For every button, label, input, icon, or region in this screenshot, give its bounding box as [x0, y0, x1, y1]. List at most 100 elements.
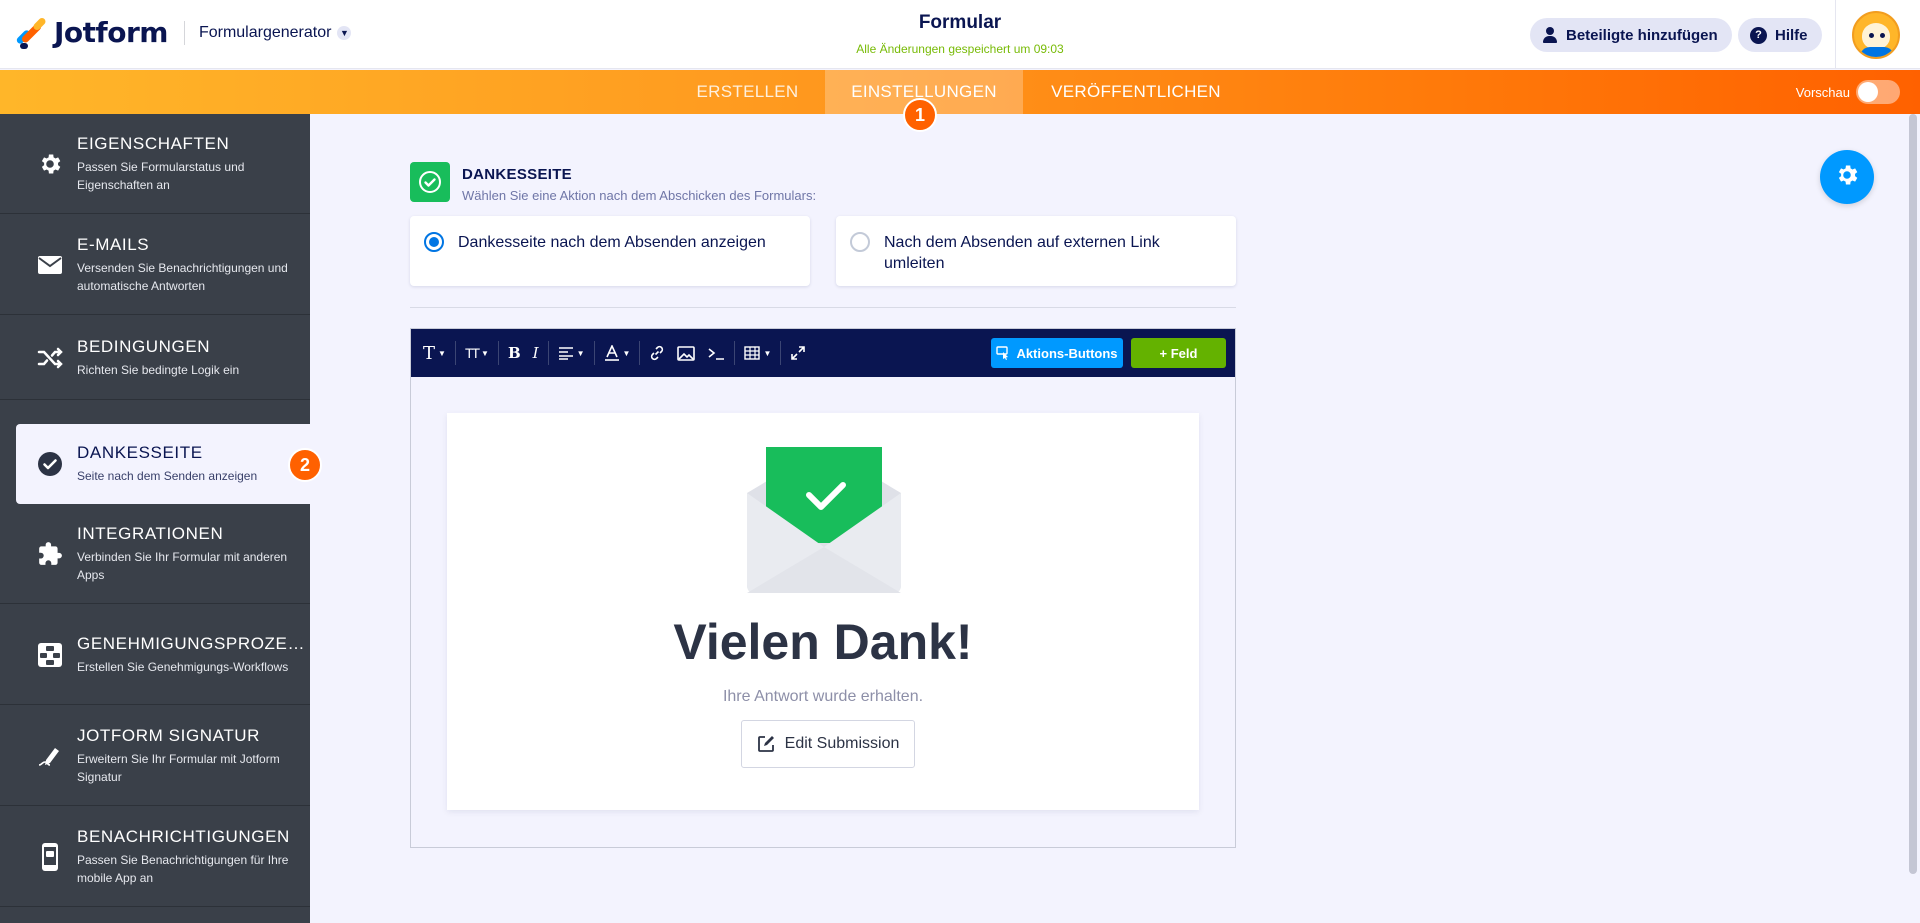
edit-submission-button[interactable]: Edit Submission	[741, 720, 915, 768]
sidebar-item-desc: Versenden Sie Benachrichtigungen und aut…	[77, 260, 288, 293]
builder-select-label: Formulargenerator	[198, 23, 332, 41]
link-icon	[651, 345, 664, 361]
action-buttons-label: Aktions-Buttons	[1016, 345, 1118, 361]
page-scrollbar[interactable]	[1906, 114, 1920, 923]
fullscreen-button[interactable]	[784, 338, 812, 368]
chevron-down-icon: ▼	[337, 25, 352, 40]
sidebar-item-integrations[interactable]: INTEGRATIONEN Verbinden Sie Ihr Formular…	[0, 504, 310, 604]
jotform-logo-icon	[15, 16, 48, 49]
image-button[interactable]	[671, 338, 701, 368]
add-collaborators-button[interactable]: Beteiligte hinzufügen	[1530, 18, 1732, 52]
jotform-logo[interactable]: Jotform Formulargenerator ▼	[15, 16, 352, 49]
rich-text-toolbar: T ▼ TT ▼ B I ▼ ▼ ▼ Aktions-Buttons + Fel…	[411, 329, 1235, 377]
help-button[interactable]: ? Hilfe	[1738, 18, 1822, 52]
help-label: Hilfe	[1775, 26, 1808, 44]
builder-select[interactable]: Formulargenerator ▼	[199, 24, 352, 42]
sidebar-item-notifications[interactable]: BENACHRICHTIGUNGEN Passen Sie Benachrich…	[0, 807, 310, 907]
preview-control: Vorschau	[1796, 80, 1900, 104]
sidebar-item-desc: Verbinden Sie Ihr Formular mit anderen A…	[77, 549, 288, 582]
sidebar-item-title: GENEHMIGUNGSPROZESSE	[77, 633, 305, 653]
text-color-icon	[604, 345, 619, 361]
sidebar-item-title: JOTFORM SIGNATUR	[77, 725, 261, 745]
sidebar-item-desc: Seite nach dem Senden anzeigen	[77, 469, 258, 483]
add-collaborators-label: Beteiligte hinzufügen	[1566, 26, 1718, 44]
section-divider	[410, 307, 1236, 308]
option-show-thankyou-page[interactable]: Dankesseite nach dem Absenden anzeigen	[410, 216, 810, 286]
scrollbar-thumb[interactable]	[1909, 114, 1917, 874]
thankyou-section-header: DANKESSEITE Wählen Sie eine Aktion nach …	[410, 162, 816, 203]
gear-icon	[1834, 162, 1860, 193]
tab-publish[interactable]: VERÖFFENTLICHEN	[1033, 70, 1239, 114]
sidebar-item-title: INTEGRATIONEN	[77, 523, 224, 543]
save-status: Alle Änderungen gespeichert um 09:03	[856, 42, 1064, 56]
preview-label: Vorschau	[1795, 84, 1850, 100]
code-button[interactable]	[701, 338, 731, 368]
image-icon	[677, 345, 696, 361]
puzzle-icon	[36, 540, 64, 568]
section-subtitle: Wählen Sie eine Aktion nach dem Abschick…	[462, 188, 817, 203]
brand-name: Jotform	[54, 16, 168, 49]
form-title-area: Formular Alle Änderungen gespeichert um …	[856, 12, 1063, 56]
edit-icon	[757, 736, 774, 752]
sidebar-item-desc: Passen Sie Formularstatus und Eigenschaf…	[77, 159, 245, 192]
envelope-check-icon	[747, 447, 901, 593]
sidebar-item-desc: Erstellen Sie Genehmigungs-Workflows	[77, 659, 289, 674]
sidebar-item-title: BEDINGUNGEN	[77, 336, 211, 356]
text-color-button[interactable]: ▼	[598, 338, 637, 368]
sidebar-item-properties[interactable]: EIGENSCHAFTEN Passen Sie Formularstatus …	[0, 114, 310, 214]
settings-gear-button[interactable]	[1820, 150, 1874, 204]
thankyou-message: Ihre Antwort wurde erhalten.	[722, 688, 924, 705]
workflow-icon	[36, 641, 64, 669]
option-label: Nach dem Absenden auf externen Link umle…	[884, 234, 1160, 272]
sidebar-item-emails[interactable]: E-MAILS Versenden Sie Benachrichtigungen…	[0, 215, 310, 315]
check-circle-icon	[36, 450, 64, 478]
builder-nav-bar: ERSTELLEN EINSTELLUNGEN VERÖFFENTLICHEN …	[0, 70, 1920, 114]
check-icon	[410, 162, 450, 202]
radio-selected[interactable]	[424, 232, 444, 252]
sidebar-item-title: BENACHRICHTIGUNGEN	[77, 826, 290, 846]
sidebar-item-title: DANKESSEITE	[77, 443, 203, 462]
add-field-button[interactable]: + Feld	[1131, 338, 1226, 368]
tab-create[interactable]: ERSTELLEN	[680, 70, 815, 114]
font-size-button[interactable]: TT ▼	[459, 338, 495, 368]
edit-submission-label: Edit Submission	[784, 735, 900, 752]
sidebar-item-title: EIGENSCHAFTEN	[77, 133, 230, 153]
question-icon: ?	[1750, 26, 1767, 44]
header-divider	[1835, 0, 1836, 69]
user-avatar[interactable]	[1852, 11, 1900, 59]
step-badge-2: 2	[288, 448, 322, 482]
action-buttons-button[interactable]: Aktions-Buttons	[991, 338, 1123, 368]
form-title[interactable]: Formular	[860, 12, 1060, 34]
envelope-icon	[36, 251, 64, 279]
option-redirect-external-link[interactable]: Nach dem Absenden auf externen Link umle…	[836, 216, 1236, 286]
signature-pen-icon	[36, 742, 64, 770]
radio-unselected[interactable]	[850, 232, 870, 252]
top-header: Jotform Formulargenerator ▼ Formular All…	[0, 0, 1920, 69]
table-button[interactable]: ▼	[738, 338, 777, 368]
shuffle-icon	[36, 344, 64, 372]
bold-button[interactable]: B	[502, 338, 527, 368]
thankyou-page-editor: T ▼ TT ▼ B I ▼ ▼ ▼ Aktions-Buttons + Fel…	[410, 328, 1236, 848]
sidebar-item-approval-flows[interactable]: GENEHMIGUNGSPROZESSE Erstellen Sie Geneh…	[0, 605, 310, 705]
cursor-click-icon	[996, 346, 1009, 360]
text-style-button[interactable]: T ▼	[417, 338, 452, 368]
gear-icon	[36, 150, 64, 178]
align-button[interactable]: ▼	[552, 338, 591, 368]
sidebar-item-thankyou-page[interactable]: DANKESSEITE Seite nach dem Senden anzeig…	[16, 424, 310, 504]
italic-button[interactable]: I	[527, 338, 545, 368]
preview-toggle[interactable]	[1856, 80, 1900, 104]
link-button[interactable]	[643, 338, 671, 368]
logo-divider	[183, 20, 185, 45]
option-label: Dankesseite nach dem Absenden anzeigen	[458, 234, 766, 251]
sidebar-item-title: E-MAILS	[77, 234, 150, 254]
expand-icon	[791, 346, 806, 360]
settings-sidebar: EIGENSCHAFTEN Passen Sie Formularstatus …	[0, 114, 310, 923]
section-title: DANKESSEITE	[462, 166, 572, 183]
thankyou-preview-card[interactable]: Vielen Dank! Ihre Antwort wurde erhalten…	[447, 413, 1199, 810]
sidebar-item-desc: Richten Sie bedingte Logik ein	[77, 362, 240, 377]
sidebar-item-signature[interactable]: JOTFORM SIGNATUR Erweitern Sie Ihr Formu…	[0, 706, 310, 806]
align-left-icon	[558, 347, 573, 360]
sidebar-item-desc: Passen Sie Benachrichtigungen für Ihre m…	[77, 852, 289, 885]
sidebar-item-conditions[interactable]: BEDINGUNGEN Richten Sie bedingte Logik e…	[0, 316, 310, 400]
sidebar-item-desc: Erweitern Sie Ihr Formular mit Jotform S…	[77, 751, 280, 784]
